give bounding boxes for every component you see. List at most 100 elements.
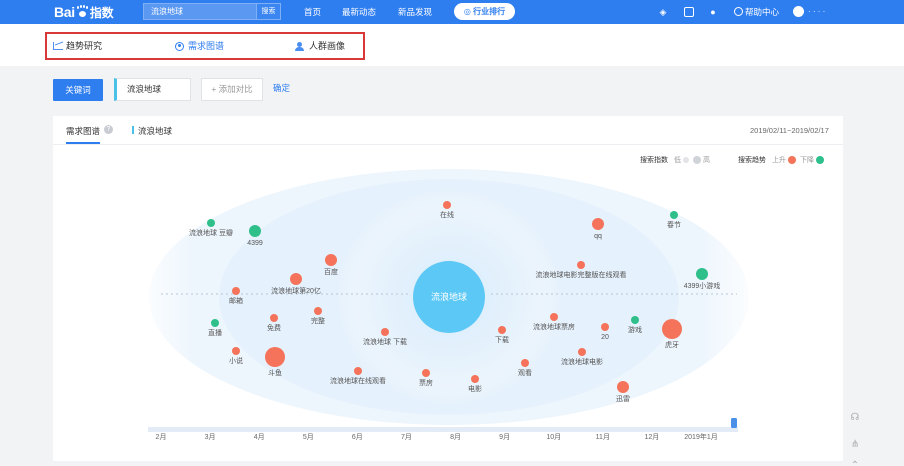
user-name[interactable]: · · · · bbox=[808, 0, 825, 24]
tab-crowd-portrait[interactable]: 人群画像 bbox=[295, 34, 345, 58]
term-bubble[interactable] bbox=[592, 218, 604, 230]
term-label: 流浪地球电影完整版在线观看 bbox=[536, 270, 627, 279]
term-label: 免费 bbox=[267, 323, 281, 332]
term-bubble[interactable] bbox=[314, 307, 322, 315]
headset-icon[interactable]: ☊ bbox=[849, 412, 861, 424]
legend-low-dot bbox=[683, 157, 689, 163]
industry-rank-button[interactable]: ◎ 行业排行 bbox=[454, 3, 515, 20]
term-bubble[interactable] bbox=[211, 319, 219, 327]
term-bubble[interactable] bbox=[550, 313, 558, 321]
left-fade bbox=[133, 165, 193, 445]
avatar[interactable] bbox=[793, 6, 804, 17]
tab-demand-graph-label: 需求图谱 bbox=[188, 41, 225, 51]
term-label: 迅雷 bbox=[616, 395, 630, 403]
term-label: 电影 bbox=[468, 384, 482, 393]
term-bubble[interactable] bbox=[670, 211, 678, 219]
tab-trend-research-label: 趋势研究 bbox=[66, 41, 103, 51]
share-nodes-icon[interactable]: ⋔ bbox=[849, 439, 861, 451]
term-bubble[interactable] bbox=[270, 314, 278, 322]
legend-up: 上升 bbox=[772, 157, 786, 164]
term-bubble[interactable] bbox=[232, 347, 240, 355]
term-bubble[interactable] bbox=[207, 219, 215, 227]
term-label: 游戏 bbox=[628, 325, 642, 334]
timeline-month-label[interactable]: 8月 bbox=[450, 433, 461, 441]
nav-latest-news[interactable]: 最新动态 bbox=[342, 0, 376, 24]
logo-suffix: 指数 bbox=[89, 5, 114, 20]
search-button[interactable]: 搜索 bbox=[256, 4, 280, 19]
app-icon[interactable] bbox=[684, 7, 694, 17]
logo-text: Bai bbox=[54, 4, 75, 20]
top-navigation-bar: Bai 指数 流浪地球 搜索 首页 最新动态 新品发现 ◎ 行业排行 ◈ ● 帮… bbox=[0, 0, 904, 24]
term-bubble[interactable] bbox=[232, 287, 240, 295]
timeline-month-label[interactable]: 2月 bbox=[156, 433, 167, 441]
confirm-button[interactable]: 确定 bbox=[273, 78, 290, 99]
nav-home[interactable]: 首页 bbox=[304, 0, 321, 24]
term-label: 虎牙 bbox=[665, 340, 679, 349]
term-bubble[interactable] bbox=[381, 328, 389, 336]
tab-trend-research[interactable]: 趋势研究 bbox=[53, 34, 102, 58]
term-label: qq bbox=[594, 233, 602, 240]
timeline-month-label[interactable]: 9月 bbox=[499, 433, 510, 441]
add-compare-button[interactable]: + 添加对比 bbox=[201, 78, 263, 101]
term-bubble[interactable] bbox=[662, 319, 682, 339]
term-bubble[interactable] bbox=[577, 261, 585, 269]
timeline-track[interactable] bbox=[148, 427, 738, 432]
term-bubble[interactable] bbox=[325, 254, 337, 266]
timeline-month-label[interactable]: 12月 bbox=[645, 433, 660, 441]
timeline-month-label[interactable]: 4月 bbox=[254, 433, 265, 441]
term-bubble[interactable] bbox=[290, 273, 302, 285]
wechat-icon[interactable]: ● bbox=[708, 7, 718, 17]
term-bubble[interactable] bbox=[601, 323, 609, 331]
timeline-handle[interactable] bbox=[731, 418, 737, 428]
term-bubble[interactable] bbox=[696, 268, 708, 280]
term-bubble[interactable] bbox=[521, 359, 529, 367]
highlighted-tab-group: 趋势研究 需求图谱 人群画像 bbox=[45, 32, 365, 60]
timeline-month-label[interactable]: 7月 bbox=[401, 433, 412, 441]
radio-dot-icon bbox=[175, 41, 184, 51]
person-icon bbox=[295, 41, 305, 51]
baidu-index-logo[interactable]: Bai 指数 bbox=[54, 3, 114, 21]
timeline-month-label[interactable]: 6月 bbox=[352, 433, 363, 441]
timeline-month-label[interactable]: 3月 bbox=[205, 433, 216, 441]
term-bubble[interactable] bbox=[498, 326, 506, 334]
search-input[interactable]: 流浪地球 bbox=[144, 4, 256, 19]
industry-rank-label: 行业排行 bbox=[473, 7, 506, 16]
term-label: 春节 bbox=[667, 220, 681, 229]
term-label: 观看 bbox=[518, 369, 532, 377]
timeline-month-label[interactable]: 2019年1月 bbox=[684, 432, 717, 441]
tab-demand-graph[interactable]: 需求图谱 bbox=[175, 34, 224, 58]
back-to-top-icon[interactable]: ⌃ bbox=[849, 460, 861, 466]
term-bubble[interactable] bbox=[471, 375, 479, 383]
date-range[interactable]: 2019/02/11~2019/02/17 bbox=[750, 126, 829, 135]
legend-high-dot bbox=[693, 156, 701, 164]
term-bubble[interactable] bbox=[443, 201, 451, 209]
keyword-button[interactable]: 关键词 bbox=[53, 79, 103, 101]
legend-low: 低 bbox=[674, 157, 681, 164]
timeline-month-label[interactable]: 11月 bbox=[596, 433, 610, 441]
timeline-month-label[interactable]: 10月 bbox=[546, 433, 561, 441]
term-bubble[interactable] bbox=[617, 381, 629, 393]
term-label: 流浪地球第20亿 bbox=[271, 286, 321, 295]
term-bubble[interactable] bbox=[354, 367, 362, 375]
term-label: 票房 bbox=[419, 378, 433, 387]
share-icon[interactable]: ◈ bbox=[658, 7, 668, 17]
demand-graph-chart: 在线流浪地球 豆瓣4399百度流浪地球第20亿邮箱免费完整直播流浪地球 下载小说… bbox=[133, 165, 763, 445]
term-label: 直播 bbox=[208, 328, 222, 337]
term-label: 流浪地球电影 bbox=[561, 357, 603, 366]
trend-chart-icon bbox=[53, 42, 63, 50]
term-bubble[interactable] bbox=[631, 316, 639, 324]
help-center-link[interactable]: 帮助中心 bbox=[734, 0, 779, 24]
term-label: 4399 bbox=[247, 240, 263, 247]
term-bubble[interactable] bbox=[265, 347, 285, 367]
term-label: 小说 bbox=[229, 356, 243, 365]
panel-tab-demand-graph[interactable]: 需求图谱 bbox=[66, 125, 100, 137]
legend-up-dot bbox=[788, 156, 796, 164]
term-bubble[interactable] bbox=[249, 225, 261, 237]
term-bubble[interactable] bbox=[422, 369, 430, 377]
keyword-input[interactable]: 流浪地球 bbox=[114, 78, 191, 101]
timeline-month-label[interactable]: 5月 bbox=[303, 433, 314, 441]
help-question-icon[interactable]: ? bbox=[104, 125, 113, 134]
term-bubble[interactable] bbox=[578, 348, 586, 356]
legend-down: 下降 bbox=[800, 157, 814, 164]
nav-new-products[interactable]: 新品发现 bbox=[398, 0, 432, 24]
